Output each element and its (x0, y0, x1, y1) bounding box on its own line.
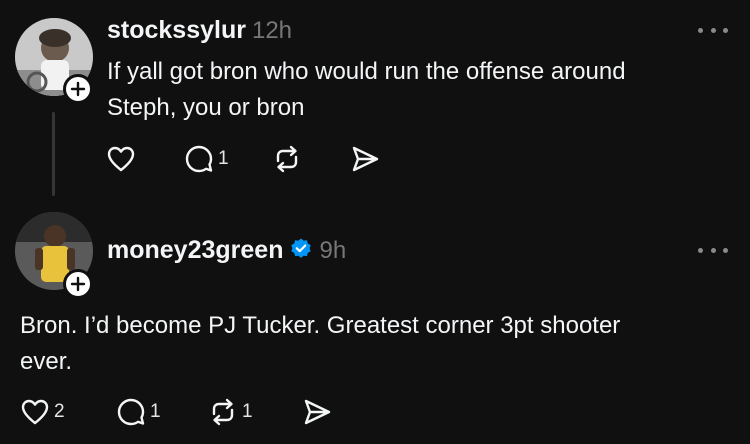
like-button[interactable] (106, 144, 184, 174)
comment-icon (117, 398, 145, 426)
share-button[interactable] (302, 397, 332, 427)
follow-button[interactable] (63, 269, 93, 299)
post-text-line: If yall got bron who would run the offen… (107, 58, 626, 85)
repost-button[interactable] (272, 144, 350, 174)
post-text: Bron. I’d become PJ Tucker. Greatest cor… (20, 308, 620, 380)
post-header: money23green 9h (107, 236, 346, 265)
username[interactable]: stockssylur (107, 16, 246, 44)
follow-button[interactable] (63, 74, 93, 104)
more-icon[interactable] (698, 24, 728, 36)
more-icon[interactable] (698, 244, 728, 256)
send-icon (304, 399, 331, 425)
like-count: 2 (54, 401, 65, 422)
post-text: If yall got bron who would run the offen… (107, 54, 626, 126)
heart-icon (107, 146, 135, 172)
comment-icon (185, 145, 213, 173)
plus-icon (70, 276, 86, 292)
plus-icon (70, 81, 86, 97)
heart-icon (21, 399, 49, 425)
share-button[interactable] (350, 144, 380, 174)
post-stockssylur: stockssylur 12h If yall got bron who woul… (0, 0, 750, 200)
repost-icon (212, 398, 234, 426)
timestamp: 12h (251, 17, 293, 44)
post-text-line: Steph, you or bron (107, 94, 305, 121)
timestamp: 9h (319, 237, 347, 264)
reply-button[interactable]: 1 (184, 144, 272, 174)
reply-count: 1 (150, 401, 161, 422)
send-icon (352, 146, 379, 172)
username[interactable]: money23green (107, 236, 283, 264)
like-button[interactable]: 2 (20, 397, 116, 427)
post-header: stockssylur 12h (107, 16, 292, 45)
repost-button[interactable]: 1 (208, 397, 302, 427)
action-bar: 2 1 1 (20, 397, 332, 427)
thread-line (52, 112, 55, 196)
post-money23green: money23green 9h Bron. I’d become PJ Tuck… (0, 200, 750, 444)
post-text-line: ever. (20, 348, 73, 375)
post-text-line: Bron. I’d become PJ Tucker. Greatest cor… (20, 312, 621, 339)
action-bar: 1 (106, 144, 380, 174)
repost-icon (276, 145, 298, 173)
verified-badge-icon (291, 238, 312, 258)
repost-count: 1 (242, 401, 253, 422)
reply-button[interactable]: 1 (116, 397, 208, 427)
reply-count: 1 (218, 148, 229, 169)
